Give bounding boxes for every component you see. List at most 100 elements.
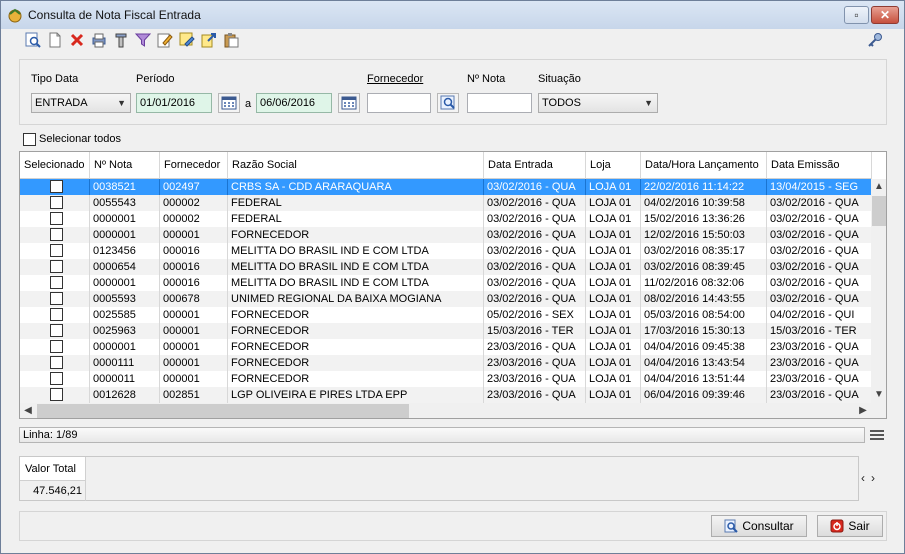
table-row[interactable]: 0000011 000001 FORNECEDOR 23/03/2016 - QUA L… (20, 371, 872, 387)
table-row[interactable]: 0000111 000001 FORNECEDOR 23/03/2016 - QUA L… (20, 355, 872, 371)
table-row[interactable]: 0123456 000016 MELITTA DO BRASIL IND E COM… (20, 243, 872, 259)
table-row[interactable]: 0025585 000001 FORNECEDOR 05/02/2016 - SEX L… (20, 307, 872, 323)
filter-panel: Tipo Data ENTRADA ▼ Período 01/01/2016 a… (19, 59, 887, 125)
situacao-label: Situação (538, 73, 581, 85)
calendar-end-button[interactable] (338, 93, 360, 113)
periodo-start-field[interactable]: 01/01/2016 (136, 93, 212, 113)
table-row[interactable]: 0000001 000001 FORNECEDOR 23/03/2016 - QUA L… (20, 339, 872, 355)
fornecedor-label[interactable]: Fornecedor (367, 73, 423, 85)
tipo-data-select[interactable]: ENTRADA ▼ (31, 93, 131, 113)
edit-icon[interactable] (157, 32, 173, 48)
tools-icon[interactable] (113, 32, 129, 48)
row-checkbox[interactable] (50, 388, 63, 401)
horizontal-scrollbar[interactable]: ◀ ▶ (20, 403, 871, 418)
select-all-checkbox[interactable] (23, 133, 36, 146)
nota-field[interactable] (467, 93, 532, 113)
column-header[interactable]: Razão Social (228, 152, 484, 179)
cell-data-emissao: 23/03/2016 - QUA (767, 339, 872, 355)
table-row[interactable]: 0038521 002497 CRBS SA - CDD ARARAQUARA 03/… (20, 179, 872, 195)
clipboard-icon[interactable] (223, 32, 239, 48)
table-row[interactable]: 0055543 000002 FEDERAL 03/02/2016 - QUA LOJA… (20, 195, 872, 211)
table-row[interactable]: 0012628 002851 LGP OLIVEIRA E PIRES LTDA E… (20, 387, 872, 403)
vertical-scrollbar[interactable]: ▲ ▼ (871, 179, 886, 403)
fornecedor-field[interactable] (367, 93, 431, 113)
consultar-button[interactable]: Consultar (711, 515, 807, 537)
row-checkbox[interactable] (50, 244, 63, 257)
row-checkbox[interactable] (50, 180, 63, 193)
cell-data-emissao: 03/02/2016 - QUA (767, 275, 872, 291)
calendar-icon (221, 96, 237, 110)
row-checkbox[interactable] (50, 276, 63, 289)
column-header[interactable]: Fornecedor (160, 152, 228, 179)
cell-fornecedor: 000016 (160, 275, 228, 291)
row-checkbox[interactable] (50, 212, 63, 225)
row-checkbox[interactable] (50, 372, 63, 385)
total-value: 47.546,21 (20, 481, 86, 501)
scroll-down-icon[interactable]: ▼ (871, 387, 886, 403)
cell-loja: LOJA 01 (586, 195, 641, 211)
column-header[interactable]: Loja (586, 152, 641, 179)
scroll-thumb[interactable] (872, 196, 886, 226)
cell-data-entrada: 03/02/2016 - QUA (484, 227, 586, 243)
search-document-icon[interactable] (25, 32, 41, 48)
cell-data-lancamento: 04/02/2016 10:39:58 (641, 195, 767, 211)
fornecedor-search-button[interactable] (437, 93, 459, 113)
row-checkbox[interactable] (50, 340, 63, 353)
column-header[interactable]: Data Entrada (484, 152, 586, 179)
print-icon[interactable] (91, 32, 107, 48)
periodo-end-field[interactable]: 06/06/2016 (256, 93, 332, 113)
column-header[interactable]: Selecionado (20, 152, 90, 179)
cell-loja: LOJA 01 (586, 275, 641, 291)
scroll-up-icon[interactable]: ▲ (871, 179, 886, 195)
scroll-left-icon[interactable]: ◀ (20, 403, 36, 418)
row-checkbox[interactable] (50, 324, 63, 337)
row-checkbox[interactable] (50, 292, 63, 305)
row-checkbox[interactable] (50, 228, 63, 241)
table-row[interactable]: 0000001 000001 FORNECEDOR 03/02/2016 - QUA L… (20, 227, 872, 243)
cell-data-lancamento: 15/02/2016 13:36:26 (641, 211, 767, 227)
export-icon[interactable] (201, 32, 217, 48)
close-button[interactable]: ✕ (871, 6, 899, 24)
chevron-right-icon[interactable]: › (871, 471, 881, 485)
column-header[interactable]: Data Emissão (767, 152, 872, 179)
table-row[interactable]: 0000654 000016 MELITTA DO BRASIL IND E COM… (20, 259, 872, 275)
column-header[interactable]: Data/Hora Lançamento (641, 152, 767, 179)
row-checkbox[interactable] (50, 196, 63, 209)
new-document-icon[interactable] (47, 32, 63, 48)
cell-nota: 0000001 (90, 339, 160, 355)
situacao-select[interactable]: TODOS ▼ (538, 93, 658, 113)
cell-razao-social: UNIMED REGIONAL DA BAIXA MOGIANA (228, 291, 484, 307)
grid-body: 0038521 002497 CRBS SA - CDD ARARAQUARA 03/… (20, 179, 872, 403)
table-row[interactable]: 0025963 000001 FORNECEDOR 15/03/2016 - TER L… (20, 323, 872, 339)
cell-data-entrada: 03/02/2016 - QUA (484, 259, 586, 275)
table-row[interactable]: 0000001 000002 FEDERAL 03/02/2016 - QUA LOJA… (20, 211, 872, 227)
row-checkbox[interactable] (50, 356, 63, 369)
cell-data-emissao: 03/02/2016 - QUA (767, 227, 872, 243)
cell-nota: 0012628 (90, 387, 160, 403)
row-checkbox[interactable] (50, 308, 63, 321)
cell-loja: LOJA 01 (586, 371, 641, 387)
menu-icon[interactable] (870, 429, 884, 441)
sair-button[interactable]: Sair (817, 515, 883, 537)
search-icon (440, 95, 455, 110)
delete-icon[interactable] (69, 32, 85, 48)
select-all-label[interactable]: Selecionar todos (39, 133, 121, 145)
table-row[interactable]: 0000001 000016 MELITTA DO BRASIL IND E COM… (20, 275, 872, 291)
restore-button[interactable]: ▫ (844, 6, 869, 24)
filter-icon[interactable] (135, 32, 151, 48)
scroll-thumb[interactable] (37, 404, 409, 418)
table-row[interactable]: 0005593 000678 UNIMED REGIONAL DA BAIXA MO… (20, 291, 872, 307)
edit-note-icon[interactable] (179, 32, 195, 48)
key-icon[interactable] (867, 32, 883, 48)
calendar-start-button[interactable] (218, 93, 240, 113)
column-header[interactable]: Nº Nota (90, 152, 160, 179)
cell-loja: LOJA 01 (586, 307, 641, 323)
chevron-left-icon[interactable]: ‹ (861, 471, 871, 485)
scroll-right-icon[interactable]: ▶ (855, 403, 871, 418)
cell-data-entrada: 03/02/2016 - QUA (484, 291, 586, 307)
cell-selecionado (20, 339, 90, 355)
row-checkbox[interactable] (50, 260, 63, 273)
cell-fornecedor: 000016 (160, 243, 228, 259)
cell-razao-social: MELITTA DO BRASIL IND E COM LTDA (228, 259, 484, 275)
cell-selecionado (20, 179, 90, 195)
